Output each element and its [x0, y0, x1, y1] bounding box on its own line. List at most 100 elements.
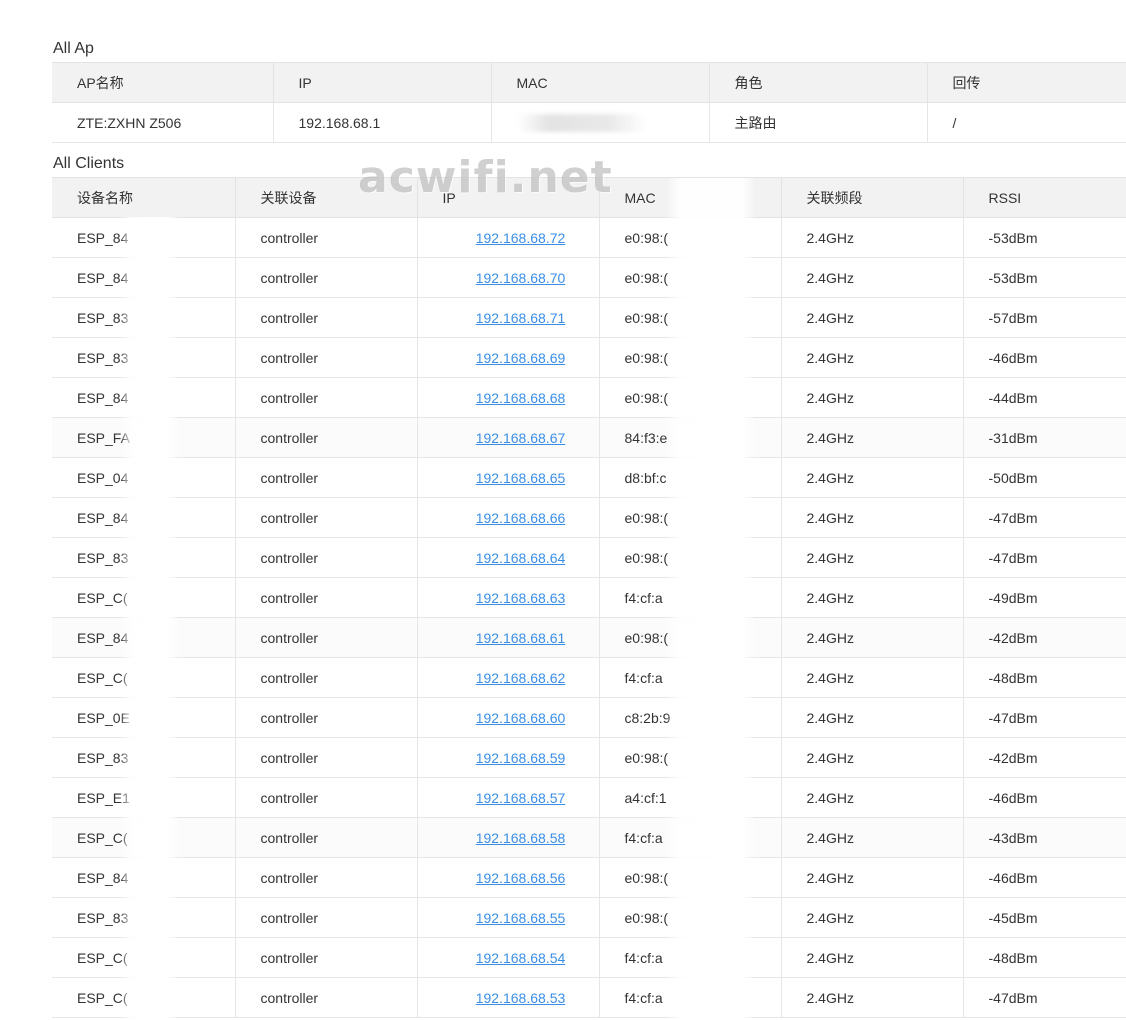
- client-mac-cell: e0:98:(: [598, 537, 781, 578]
- client-ip-link[interactable]: 192.168.68.71: [476, 310, 566, 326]
- clients-section-title: All Clients: [53, 155, 125, 172]
- redacted-mac: [516, 113, 647, 132]
- clients-header-device[interactable]: 关联设备: [234, 177, 417, 218]
- client-ip-link[interactable]: 192.168.68.60: [476, 710, 566, 726]
- ap-ip-cell: 192.168.68.1: [272, 102, 491, 143]
- client-band-cell: 2.4GHz: [780, 337, 963, 378]
- client-rssi-cell: -48dBm: [962, 657, 1126, 698]
- table-row: ESP_84 controller 192.168.68.68 e0:98:(2.4G…: [52, 377, 1126, 418]
- ap-header-name[interactable]: AP名称: [52, 62, 273, 103]
- clients-header-rssi[interactable]: RSSI: [962, 177, 1126, 218]
- table-row: ESP_C(controller 192.168.68.58 f4:cf:a 2.4G…: [52, 817, 1126, 858]
- table-row: ESP_04 controller 192.168.68.65 d8:bf:c 2.4G…: [52, 457, 1126, 498]
- client-ip-link[interactable]: 192.168.68.67: [476, 430, 566, 446]
- client-band-cell: 2.4GHz: [780, 257, 963, 298]
- client-rssi-cell: -45dBm: [962, 897, 1126, 938]
- table-row: ESP_83 controller 192.168.68.64 e0:98:(2.4G…: [52, 537, 1126, 578]
- table-row: ESP_83 controller 192.168.68.69 e0:98:(2.4G…: [52, 337, 1126, 378]
- client-ip-link[interactable]: 192.168.68.69: [476, 350, 566, 366]
- client-rssi-cell: -50dBm: [962, 457, 1126, 498]
- ap-header-backhaul[interactable]: 回传: [926, 62, 1126, 103]
- client-name-cell: ESP_C(: [52, 577, 235, 618]
- ap-header-role[interactable]: 角色: [708, 62, 927, 103]
- client-device-cell: controller: [234, 777, 417, 818]
- client-mac-cell: a4:cf:1: [598, 777, 781, 818]
- table-row: ESP_83 controller 192.168.68.55 e0:98:(2.4G…: [52, 897, 1126, 938]
- client-name-cell: ESP_C(: [52, 817, 235, 858]
- client-band-cell: 2.4GHz: [780, 777, 963, 818]
- table-row: ESP_C(controller 192.168.68.54 f4:cf:a 2.4G…: [52, 937, 1126, 978]
- client-ip-cell: 192.168.68.59: [416, 737, 599, 778]
- client-device-cell: controller: [234, 377, 417, 418]
- client-mac-cell: e0:98:(: [598, 737, 781, 778]
- client-device-cell: controller: [234, 337, 417, 378]
- client-mac-cell: c8:2b:9: [598, 697, 781, 738]
- client-ip-cell: 192.168.68.68: [416, 377, 599, 418]
- client-ip-link[interactable]: 192.168.68.59: [476, 750, 566, 766]
- client-band-cell: 2.4GHz: [780, 497, 963, 538]
- client-ip-link[interactable]: 192.168.68.55: [476, 910, 566, 926]
- client-device-cell: controller: [234, 817, 417, 858]
- table-row: ESP_0E controller 192.168.68.60 c8:2b:9 2.4G…: [52, 697, 1126, 738]
- client-mac-cell: e0:98:(: [598, 897, 781, 938]
- client-device-cell: controller: [234, 217, 417, 258]
- client-name-cell: ESP_FA: [52, 417, 235, 458]
- client-name-cell: ESP_84: [52, 857, 235, 898]
- client-rssi-cell: -47dBm: [962, 697, 1126, 738]
- client-ip-link[interactable]: 192.168.68.68: [476, 390, 566, 406]
- client-ip-cell: 192.168.68.58: [416, 817, 599, 858]
- client-mac-cell: f4:cf:a: [598, 977, 781, 1018]
- client-mac-cell: 84:f3:e: [598, 417, 781, 458]
- clients-header-ip[interactable]: IP: [416, 177, 599, 218]
- client-ip-cell: 192.168.68.61: [416, 617, 599, 658]
- client-device-cell: controller: [234, 257, 417, 298]
- client-band-cell: 2.4GHz: [780, 737, 963, 778]
- client-name-cell: ESP_83: [52, 737, 235, 778]
- client-ip-cell: 192.168.68.60: [416, 697, 599, 738]
- client-ip-cell: 192.168.68.71: [416, 297, 599, 338]
- ap-header-ip[interactable]: IP: [272, 62, 491, 103]
- client-rssi-cell: -47dBm: [962, 537, 1126, 578]
- client-band-cell: 2.4GHz: [780, 417, 963, 458]
- client-ip-link[interactable]: 192.168.68.63: [476, 590, 566, 606]
- table-row: ESP_C(controller 192.168.68.53 f4:cf:a 2.4G…: [52, 977, 1126, 1018]
- client-mac-cell: e0:98:(: [598, 377, 781, 418]
- client-ip-link[interactable]: 192.168.68.61: [476, 630, 566, 646]
- clients-header-name[interactable]: 设备名称: [52, 177, 235, 218]
- client-ip-cell: 192.168.68.55: [416, 897, 599, 938]
- client-ip-link[interactable]: 192.168.68.57: [476, 790, 566, 806]
- ap-table-header-row: AP名称 IP MAC 角色 回传: [52, 62, 1126, 103]
- client-band-cell: 2.4GHz: [780, 937, 963, 978]
- client-mac-cell: f4:cf:a: [598, 657, 781, 698]
- client-ip-cell: 192.168.68.72: [416, 217, 599, 258]
- client-name-cell: ESP_84: [52, 257, 235, 298]
- ap-table-row: ZTE:ZXHN Z506 192.168.68.1 主路由 /: [52, 102, 1126, 143]
- client-ip-link[interactable]: 192.168.68.65: [476, 470, 566, 486]
- table-row: ESP_84 controller 192.168.68.70 e0:98:(2.4G…: [52, 257, 1126, 298]
- client-ip-link[interactable]: 192.168.68.54: [476, 950, 566, 966]
- clients-header-mac[interactable]: MAC: [598, 177, 781, 218]
- table-row: ESP_83 controller 192.168.68.59 e0:98:(2.4G…: [52, 737, 1126, 778]
- client-ip-link[interactable]: 192.168.68.72: [476, 230, 566, 246]
- client-ip-link[interactable]: 192.168.68.53: [476, 990, 566, 1006]
- client-rssi-cell: -44dBm: [962, 377, 1126, 418]
- client-device-cell: controller: [234, 617, 417, 658]
- client-ip-link[interactable]: 192.168.68.56: [476, 870, 566, 886]
- client-name-cell: ESP_83: [52, 897, 235, 938]
- clients-table-header-row: 设备名称 关联设备 IP MAC 关联频段 RSSI: [52, 177, 1126, 218]
- client-ip-link[interactable]: 192.168.68.62: [476, 670, 566, 686]
- table-row: ESP_C(controller 192.168.68.62 f4:cf:a 2.4G…: [52, 657, 1126, 698]
- client-ip-link[interactable]: 192.168.68.70: [476, 270, 566, 286]
- ap-role-cell: 主路由: [708, 102, 927, 143]
- client-device-cell: controller: [234, 737, 417, 778]
- table-row: ESP_84 controller 192.168.68.56 e0:98:(2.4G…: [52, 857, 1126, 898]
- ap-header-mac[interactable]: MAC: [490, 62, 709, 103]
- client-ip-link[interactable]: 192.168.68.66: [476, 510, 566, 526]
- client-band-cell: 2.4GHz: [780, 657, 963, 698]
- client-ip-link[interactable]: 192.168.68.64: [476, 550, 566, 566]
- client-device-cell: controller: [234, 857, 417, 898]
- client-name-cell: ESP_84: [52, 377, 235, 418]
- clients-table: 设备名称 关联设备 IP MAC 关联频段 RSSI ESP_84 control…: [52, 177, 1126, 1018]
- clients-header-band[interactable]: 关联频段: [780, 177, 963, 218]
- client-ip-link[interactable]: 192.168.68.58: [476, 830, 566, 846]
